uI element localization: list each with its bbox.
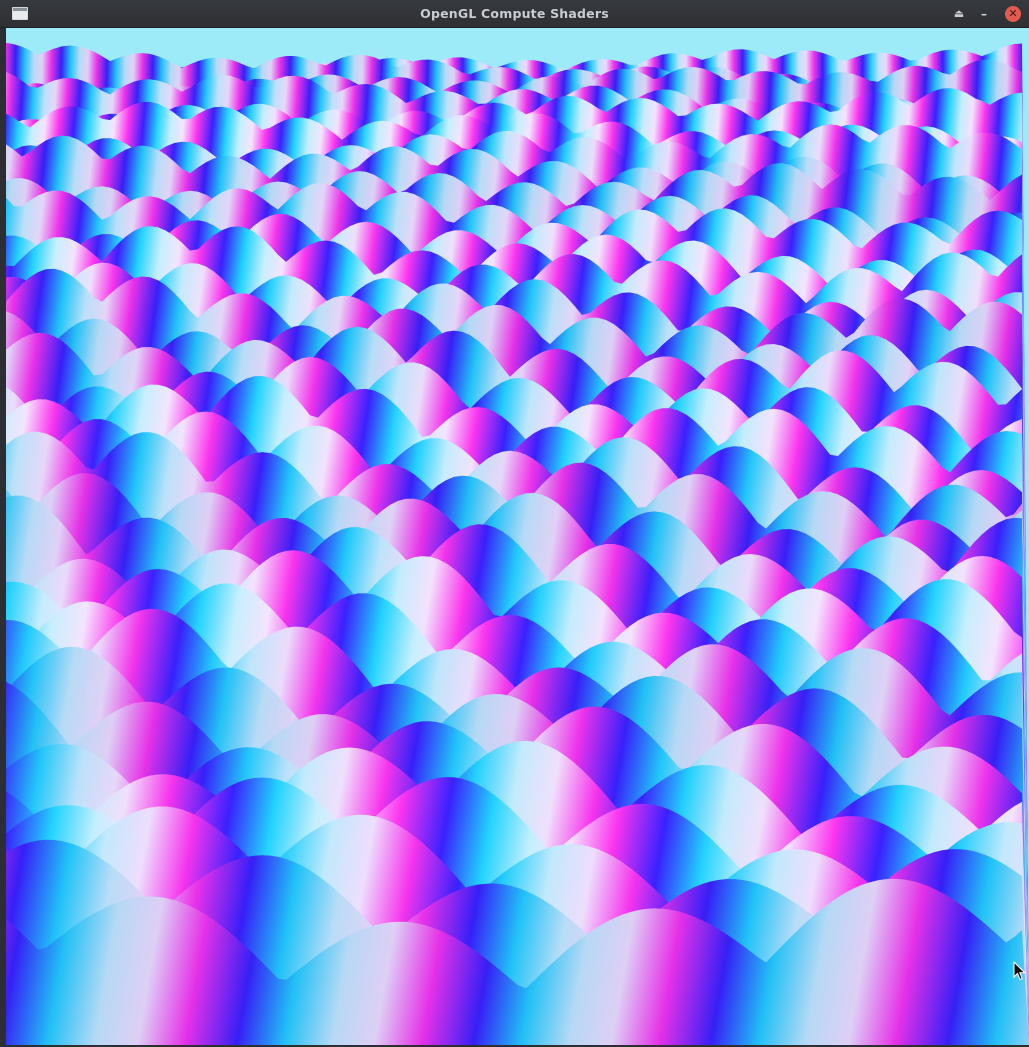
wave-terrain-render: [6, 28, 1029, 1045]
window-titlebar[interactable]: OpenGL Compute Shaders ⏏ – ✕: [0, 0, 1029, 28]
opengl-render-viewport[interactable]: [6, 28, 1029, 1045]
shade-button[interactable]: ⏏: [951, 6, 967, 22]
window-title: OpenGL Compute Shaders: [420, 6, 609, 21]
mouse-cursor-icon: [1013, 961, 1027, 981]
application-window: OpenGL Compute Shaders ⏏ – ✕: [0, 0, 1029, 1047]
close-button[interactable]: ✕: [1005, 6, 1021, 22]
minimize-button[interactable]: –: [976, 6, 992, 22]
